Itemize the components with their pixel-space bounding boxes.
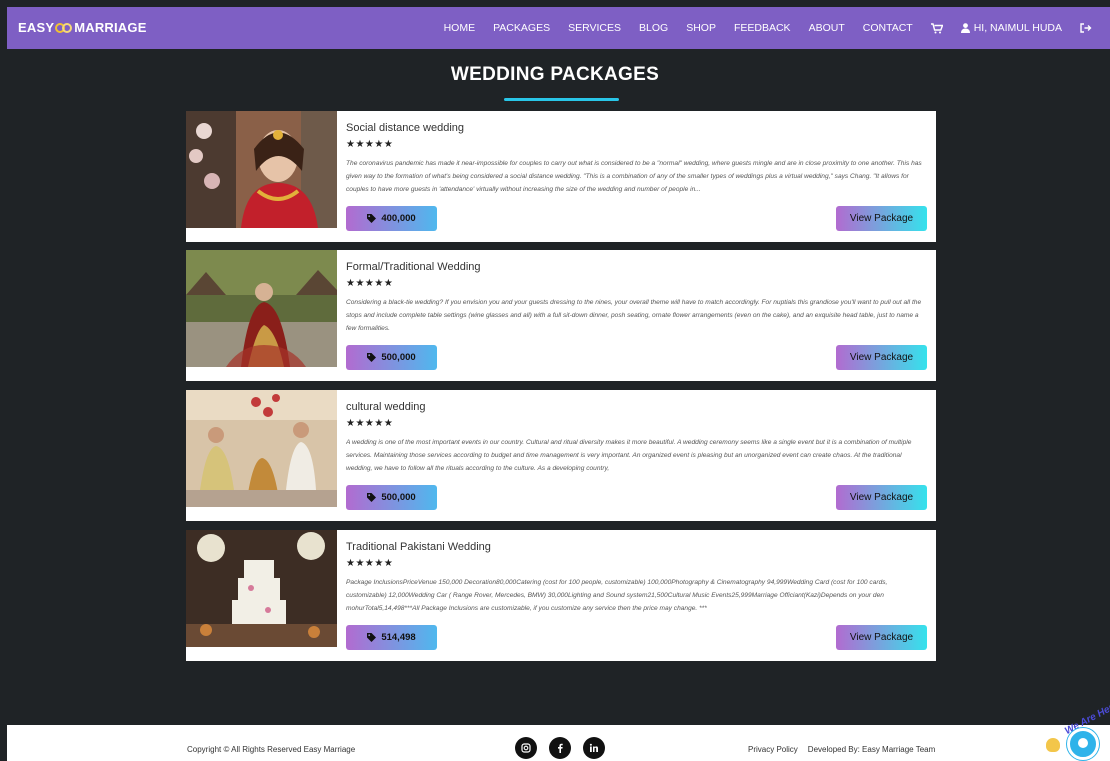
nav-services[interactable]: SERVICES bbox=[568, 22, 621, 34]
nav-links: HOME PACKAGES SERVICES BLOG SHOP FEEDBAC… bbox=[444, 7, 1110, 49]
waving-hand-icon bbox=[1046, 738, 1060, 752]
package-card: Traditional Pakistani Wedding ★★★★★ Pack… bbox=[186, 530, 936, 661]
instagram-icon[interactable] bbox=[515, 737, 537, 759]
brand-logo[interactable]: EASY MARRIAGE bbox=[18, 20, 147, 35]
logout-icon[interactable] bbox=[1080, 23, 1092, 33]
copyright-text: Copyright © All Rights Reserved Easy Mar… bbox=[187, 745, 356, 754]
price-tag-icon bbox=[367, 353, 377, 362]
price-tag-icon bbox=[367, 214, 377, 223]
view-package-button[interactable]: View Package bbox=[836, 345, 927, 370]
brand-text-left: EASY bbox=[18, 20, 55, 35]
price-value: 500,000 bbox=[381, 352, 416, 363]
package-title[interactable]: Formal/Traditional Wedding bbox=[346, 261, 481, 273]
rings-icon bbox=[55, 22, 73, 34]
package-image bbox=[186, 250, 337, 367]
price-tag-icon bbox=[367, 493, 377, 502]
price-value: 514,498 bbox=[381, 632, 416, 643]
price-badge[interactable]: 500,000 bbox=[346, 345, 437, 370]
view-package-button[interactable]: View Package bbox=[836, 206, 927, 231]
package-description: Package InclusionsPriceVenue 150,000 Dec… bbox=[346, 579, 888, 612]
nav-home[interactable]: HOME bbox=[444, 22, 476, 34]
social-links bbox=[515, 737, 605, 759]
price-value: 400,000 bbox=[381, 213, 416, 224]
nav-shop[interactable]: SHOP bbox=[686, 22, 716, 34]
price-tag-icon bbox=[367, 633, 377, 642]
package-card: cultural wedding ★★★★★ A wedding is one … bbox=[186, 390, 936, 521]
user-icon bbox=[960, 23, 970, 33]
price-badge[interactable]: 500,000 bbox=[346, 485, 437, 510]
package-card: Social distance wedding ★★★★★ The corona… bbox=[186, 111, 936, 242]
footer: Copyright © All Rights Reserved Easy Mar… bbox=[7, 725, 1110, 761]
price-badge[interactable]: 514,498 bbox=[346, 625, 437, 650]
package-description: A wedding is one of the most important e… bbox=[346, 439, 912, 472]
package-card: Formal/Traditional Wedding ★★★★★ Conside… bbox=[186, 250, 936, 381]
nav-contact[interactable]: CONTACT bbox=[863, 22, 913, 34]
title-underline bbox=[504, 98, 619, 101]
footer-links: Privacy Policy Developed By: Easy Marria… bbox=[748, 745, 935, 754]
package-description: The coronavirus pandemic has made it nea… bbox=[346, 160, 922, 193]
nav-blog[interactable]: BLOG bbox=[639, 22, 668, 34]
nav-about[interactable]: ABOUT bbox=[809, 22, 845, 34]
package-title[interactable]: Traditional Pakistani Wedding bbox=[346, 541, 491, 553]
user-greeting: HI, NAIMUL HUDA bbox=[973, 22, 1062, 34]
developed-by-text: Developed By: Easy Marriage Team bbox=[807, 745, 936, 754]
nav-feedback[interactable]: FEEDBACK bbox=[734, 22, 791, 34]
package-image bbox=[186, 530, 337, 647]
price-badge[interactable]: 400,000 bbox=[346, 206, 437, 231]
user-menu[interactable]: HI, NAIMUL HUDA bbox=[960, 22, 1062, 34]
chat-bubble-icon[interactable] bbox=[1067, 728, 1099, 760]
rating-stars: ★★★★★ bbox=[346, 418, 394, 429]
nav-packages[interactable]: PACKAGES bbox=[493, 22, 550, 34]
brand-text-right: MARRIAGE bbox=[74, 20, 147, 35]
package-image bbox=[186, 111, 337, 228]
facebook-icon[interactable] bbox=[549, 737, 571, 759]
package-title[interactable]: Social distance wedding bbox=[346, 122, 464, 134]
package-description: Considering a black-tie wedding? If you … bbox=[346, 299, 922, 332]
price-value: 500,000 bbox=[381, 492, 416, 503]
page-title: WEDDING PACKAGES bbox=[450, 64, 660, 85]
top-navbar: EASY MARRIAGE HOME PACKAGES SERVICES BLO… bbox=[7, 7, 1110, 49]
package-image bbox=[186, 390, 337, 507]
linkedin-icon[interactable] bbox=[583, 737, 605, 759]
rating-stars: ★★★★★ bbox=[346, 558, 394, 569]
view-package-button[interactable]: View Package bbox=[836, 485, 927, 510]
rating-stars: ★★★★★ bbox=[346, 278, 394, 289]
privacy-policy-link[interactable]: Privacy Policy bbox=[748, 745, 798, 754]
view-package-button[interactable]: View Package bbox=[836, 625, 927, 650]
cart-icon[interactable] bbox=[930, 22, 943, 34]
rating-stars: ★★★★★ bbox=[346, 139, 394, 150]
package-title[interactable]: cultural wedding bbox=[346, 401, 426, 413]
chat-widget[interactable]: We Are Here! bbox=[1046, 698, 1110, 761]
